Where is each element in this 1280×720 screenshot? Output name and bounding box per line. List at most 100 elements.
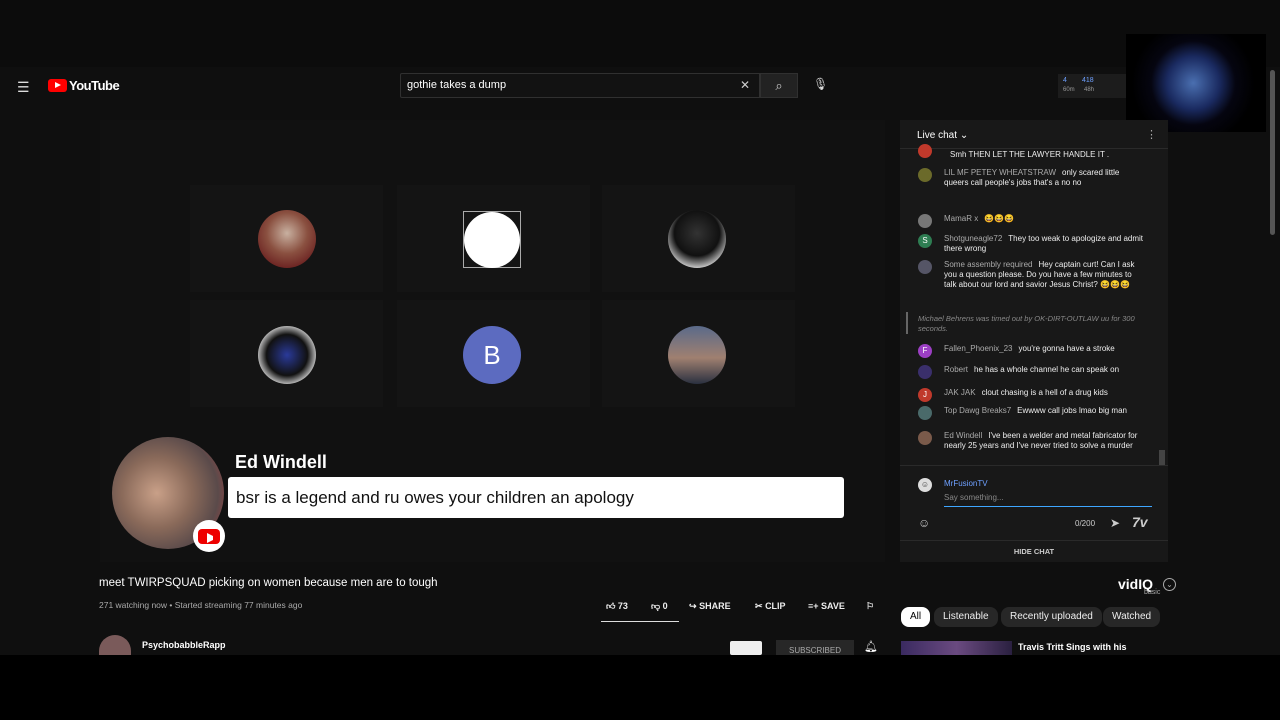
chat-author-avatar (918, 431, 932, 445)
youtube-badge (193, 520, 225, 552)
chip-recently-uploaded[interactable]: Recently uploaded (1001, 607, 1102, 627)
chat-text: Ewwww call jobs lmao big man (1017, 406, 1127, 415)
participant-avatar (668, 326, 726, 384)
share-icon: ↪ (689, 601, 697, 611)
chat-author-avatar (918, 144, 932, 158)
search-button[interactable]: ⌕ (760, 73, 798, 98)
chat-author-avatar (918, 214, 932, 228)
chat-author-avatar (918, 406, 932, 420)
youtube-logo-text[interactable]: YouTube (69, 78, 120, 93)
chevron-down-icon: ⌄ (959, 130, 969, 141)
chat-message: Smh THEN LET THE LAWYER HANDLE IT . (944, 150, 1144, 160)
like-ratio-bar (601, 621, 679, 622)
sevent-tv-icon[interactable]: 7v (1132, 514, 1148, 530)
chat-author-avatar: J (918, 388, 932, 402)
stat-60m-label: 60m (1063, 87, 1075, 93)
participant-avatar (258, 326, 316, 384)
chat-author[interactable]: Some assembly required (944, 260, 1032, 269)
video-title: meet TWIRPSQUAD picking on women because… (99, 577, 438, 589)
chip-all[interactable]: All (901, 607, 931, 627)
dislike-count: 0 (662, 601, 668, 611)
chat-author-avatar (918, 260, 932, 274)
chat-input[interactable]: Say something... (944, 493, 1152, 507)
participant-avatar-letter: B (463, 326, 521, 384)
chat-author[interactable]: Shotguneagle72 (944, 234, 1002, 243)
clip-label: CLIP (765, 601, 786, 611)
save-label: SAVE (821, 601, 845, 611)
chat-text: 😆😆😆 (984, 214, 1015, 223)
chat-message: Fallen_Phoenix_23 you're gonna have a str… (944, 344, 1144, 354)
live-chat-dropdown[interactable]: Live chat ⌄ (917, 130, 968, 141)
chip-listenable[interactable]: Listenable (934, 607, 998, 627)
divider (900, 540, 1168, 541)
chat-text: he has a whole channel he can speak on (974, 365, 1120, 374)
clip-button[interactable]: ✂ CLIP (755, 601, 786, 612)
chat-author[interactable]: Ed Windell (944, 431, 982, 440)
report-flag-icon[interactable]: ⚐ (866, 601, 874, 612)
overlay-comment: bsr is a legend and ru owes your childre… (228, 477, 844, 518)
timeout-bar (906, 312, 908, 334)
search-input[interactable]: gothie takes a dump (400, 73, 760, 98)
related-video-title[interactable]: Travis Tritt Sings with his (1018, 642, 1127, 652)
youtube-logo-icon[interactable] (48, 79, 67, 92)
emoji-icon[interactable]: ☺ (918, 516, 930, 530)
like-count: 73 (617, 601, 628, 611)
chat-author[interactable]: Top Dawg Breaks7 (944, 406, 1011, 415)
like-button[interactable]: 👍︎ 73 (606, 601, 628, 612)
stat-48h-label: 48h (1084, 87, 1095, 93)
stat-views-48h: 418 (1082, 77, 1094, 84)
chip-watched[interactable]: Watched (1103, 607, 1161, 627)
chat-message: LIL MF PETEY WHEATSTRAW only scared littl… (944, 168, 1144, 188)
vidiq-channel-button[interactable] (730, 641, 762, 655)
clear-search-icon[interactable]: ✕ (740, 78, 750, 92)
chat-scrollbar[interactable] (1159, 450, 1165, 465)
chat-author[interactable]: JAK JAK (944, 388, 976, 397)
chat-author[interactable]: Fallen_Phoenix_23 (944, 344, 1013, 353)
stat-views-60m: 4 (1063, 77, 1067, 84)
chat-author[interactable]: MamaR x (944, 214, 978, 223)
chat-author[interactable]: Robert (944, 365, 968, 374)
letterbox-top (0, 0, 1280, 67)
overlay-commenter-name: Ed Windell (235, 452, 327, 472)
chat-message: MamaR x 😆😆😆 (944, 214, 1144, 224)
chat-message: Shotguneagle72 They too weak to apologize… (944, 234, 1144, 254)
chat-text: clout chasing is a hell of a drug kids (981, 388, 1108, 397)
save-button[interactable]: ≡+ SAVE (808, 601, 845, 611)
microphone-icon[interactable]: 🎙 (813, 77, 828, 93)
vidiq-tier: basic (1144, 589, 1161, 596)
chat-message: Robert he has a whole channel he can spea… (944, 365, 1144, 375)
vidiq-stats: 4 60m 418 48h (1058, 74, 1128, 98)
hide-chat-button[interactable]: HIDE CHAT (900, 547, 1168, 556)
menu-icon[interactable]: ☰ (17, 79, 30, 96)
subscribed-button[interactable]: SUBSCRIBED (776, 640, 854, 655)
related-thumbnail[interactable] (901, 641, 1012, 655)
divider (900, 148, 1168, 149)
chat-message: JAK JAK clout chasing is a hell of a drug… (944, 388, 1144, 398)
search-icon: ⌕ (775, 78, 783, 93)
chat-author-avatar: S (918, 234, 932, 248)
dislike-button[interactable]: 👎︎ 0 (651, 601, 668, 612)
page-scrollbar[interactable] (1270, 70, 1275, 235)
send-icon[interactable]: ➤ (1110, 516, 1120, 530)
chat-text: Smh THEN LET THE LAWYER HANDLE IT . (950, 150, 1110, 159)
chat-message: Top Dawg Breaks7 Ewwww call jobs lmao big… (944, 406, 1144, 416)
chat-username: MrFusionTV (944, 479, 988, 488)
participant-avatar (668, 210, 726, 268)
more-options-icon[interactable]: ⋮ (1146, 128, 1157, 141)
channel-name[interactable]: PsychobabbleRapp (142, 640, 226, 650)
vidiq-expand-icon[interactable]: ⌄ (1163, 578, 1176, 591)
thumbs-up-icon: 👍︎ (606, 601, 616, 611)
video-meta: 271 watching now • Started streaming 77 … (99, 600, 303, 610)
participant-avatar (258, 210, 316, 268)
notification-bell-icon[interactable]: 🔔︎ (864, 640, 878, 653)
thumbs-down-icon: 👎︎ (651, 601, 661, 611)
playlist-add-icon: ≡+ (808, 601, 819, 611)
timeout-notice: Michael Behrens was timed out by OK-DIRT… (918, 314, 1135, 333)
scissors-icon: ✂ (755, 601, 763, 611)
chat-author-avatar: F (918, 344, 932, 358)
char-counter: 0/200 (1075, 519, 1096, 528)
chat-author-avatar (918, 168, 932, 182)
share-button[interactable]: ↪ SHARE (689, 601, 731, 612)
chat-author[interactable]: LIL MF PETEY WHEATSTRAW (944, 168, 1056, 177)
live-chat-title: Live chat (917, 130, 958, 141)
